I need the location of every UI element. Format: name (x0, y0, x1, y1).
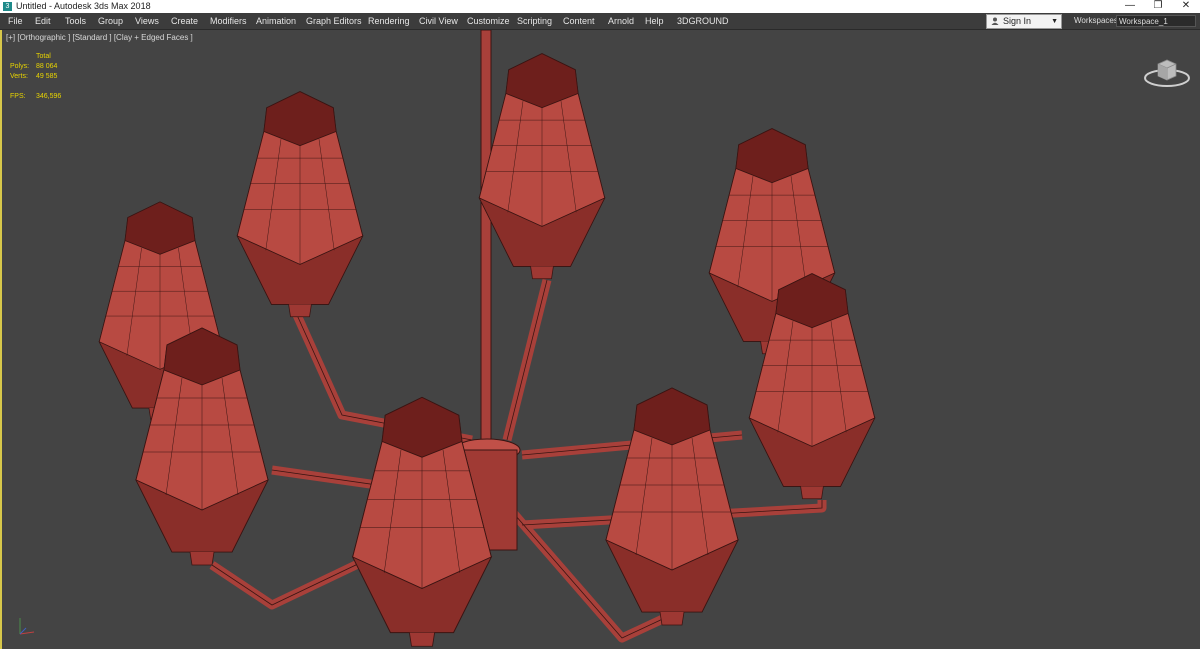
window-title: Untitled - Autodesk 3ds Max 2018 (16, 1, 151, 11)
menu-scripting[interactable]: Scripting (517, 13, 552, 29)
chandelier-model (98, 30, 876, 647)
menu-create[interactable]: Create (171, 13, 198, 29)
menu-customize[interactable]: Customize (467, 13, 510, 29)
menu-content[interactable]: Content (563, 13, 595, 29)
app-icon[interactable]: 3 (3, 2, 12, 11)
menu-views[interactable]: Views (135, 13, 159, 29)
close-button[interactable]: ✕ (1172, 0, 1200, 13)
workspace-select[interactable]: Workspace_1 (1116, 15, 1196, 27)
axis-tripod-icon (19, 618, 35, 635)
menu-civil-view[interactable]: Civil View (419, 13, 458, 29)
fps-label: FPS: (10, 93, 26, 100)
perspective-viewport[interactable]: [+] [Orthographic ] [Standard ] [Clay + … (0, 30, 1200, 649)
fps-value: 346,596 (36, 93, 62, 100)
verts-value: 49 585 (36, 73, 58, 80)
restore-button[interactable]: ❐ (1144, 0, 1172, 13)
menu-arnold[interactable]: Arnold (608, 13, 634, 29)
polys-label: Polys: (10, 63, 30, 70)
sign-in-dropdown[interactable]: Sign In ▼ (986, 14, 1062, 29)
chevron-down-icon: ▼ (1051, 18, 1058, 25)
menu-file[interactable]: File (8, 13, 23, 29)
menu-graph-editors[interactable]: Graph Editors (306, 13, 362, 29)
menu-3dground[interactable]: 3DGROUND (677, 13, 729, 29)
menu-group[interactable]: Group (98, 13, 123, 29)
menu-tools[interactable]: Tools (65, 13, 86, 29)
sign-in-label: Sign In (1003, 16, 1032, 26)
viewcube-icon[interactable] (1142, 52, 1192, 92)
menu-modifiers[interactable]: Modifiers (210, 13, 247, 29)
menu-edit[interactable]: Edit (35, 13, 51, 29)
menu-animation[interactable]: Animation (256, 13, 296, 29)
viewport-label[interactable]: [+] [Orthographic ] [Standard ] [Clay + … (6, 33, 193, 42)
polys-value: 88 064 (36, 63, 58, 70)
menu-help[interactable]: Help (645, 13, 664, 29)
user-icon (991, 17, 999, 25)
workspaces-label: Workspaces: (1074, 16, 1121, 25)
menu-bar: File Edit Tools Group Views Create Modif… (0, 13, 1200, 30)
minimize-button[interactable]: — (1116, 0, 1144, 13)
title-bar: 3 Untitled - Autodesk 3ds Max 2018 — ❐ ✕ (0, 0, 1200, 13)
verts-label: Verts: (10, 73, 28, 80)
stats-header: Total (36, 53, 51, 60)
menu-rendering[interactable]: Rendering (368, 13, 410, 29)
